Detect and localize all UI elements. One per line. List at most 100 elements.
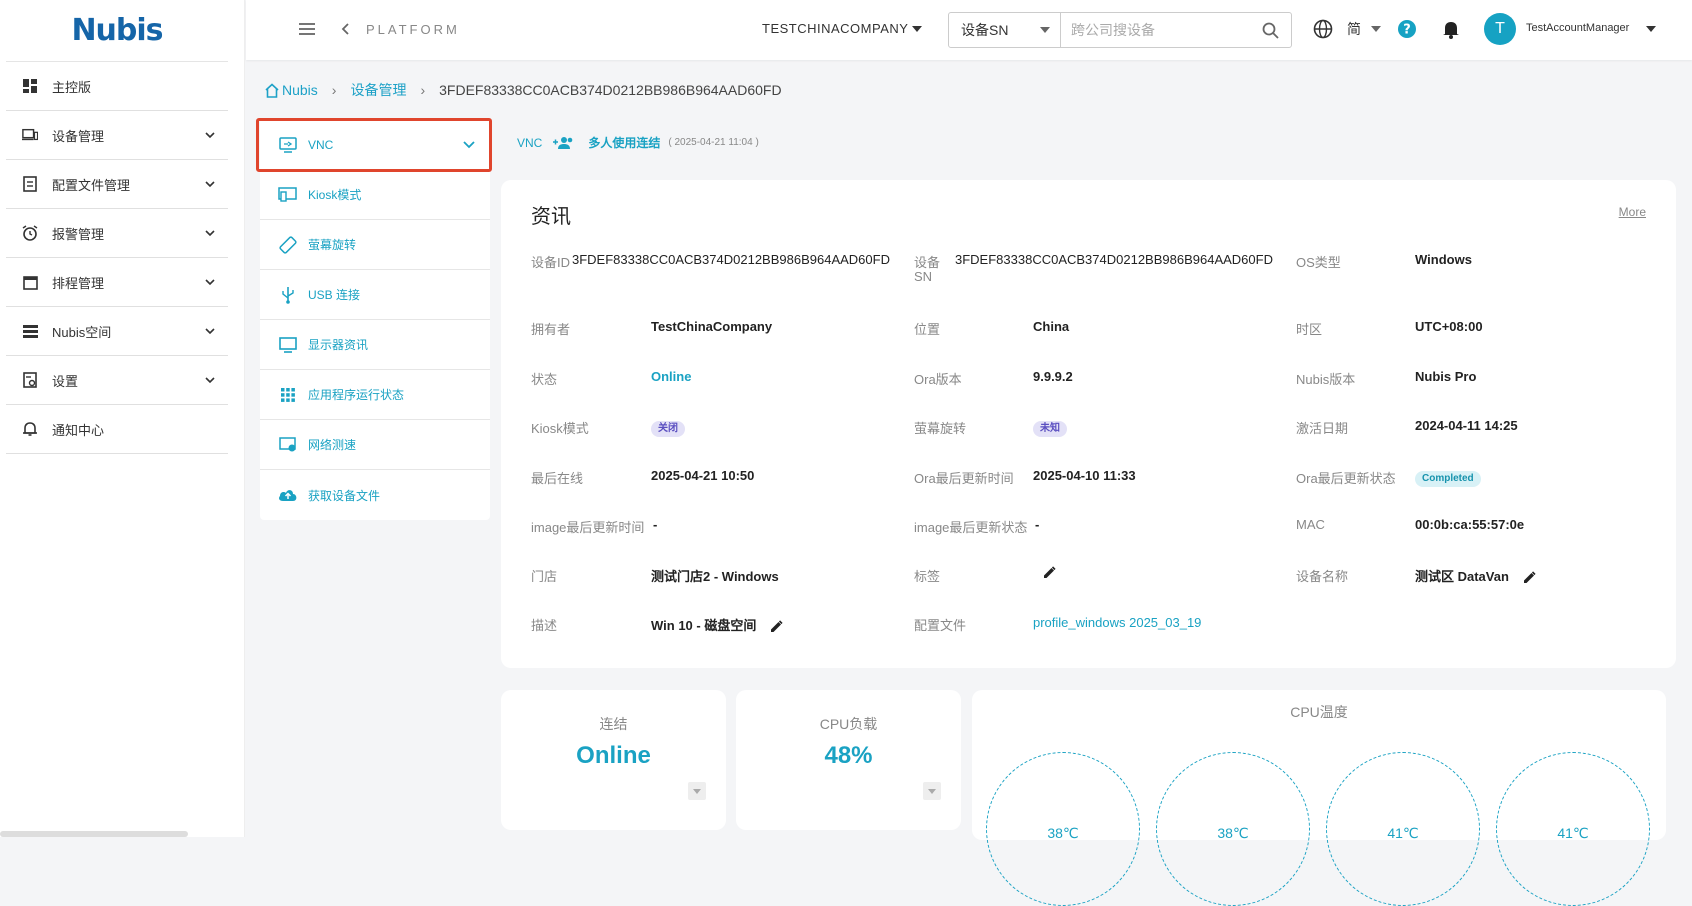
temp-gauge: 38℃ [1156,752,1310,906]
tab-kiosk[interactable]: Kiosk模式 [260,170,490,220]
sidebar-item-nubis-space[interactable]: Nubis空间 [6,307,228,356]
activation-value: 2024-04-11 14:25 [1415,418,1518,433]
tab-label: 网络测速 [308,438,357,452]
sidebar: Nubis 主控版 设备管理 配置文件管理 报警管理 排程管理 Nubis空间 … [0,0,245,837]
search-placeholder: 跨公司搜设备 [1071,22,1155,38]
search-type-select[interactable]: 设备SN [949,13,1061,47]
rotation-label: 萤幕旋转 [914,421,967,436]
connection-value: Online [576,742,651,769]
search-icon[interactable] [1262,22,1279,39]
breadcrumb-home[interactable]: Nubis [282,82,318,98]
expand-button[interactable] [688,782,706,800]
username[interactable]: TestAccountManager [1526,22,1629,34]
device-id-label: 设备ID [531,255,571,270]
sidebar-item-label: 配置文件管理 [52,177,131,193]
storage-icon [22,323,38,339]
network-speed-icon [278,436,298,454]
nubis-logo[interactable]: Nubis [6,0,228,62]
edit-pencil-icon[interactable] [1043,566,1056,579]
edit-pencil-icon[interactable] [1523,571,1536,584]
status-value: Online [651,369,692,384]
location-label: 位置 [914,322,941,337]
cpu-load-value: 48% [824,742,873,769]
bell-icon[interactable] [1442,19,1460,39]
profile-link[interactable]: profile_windows 2025_03_19 [1033,615,1201,630]
svg-text:?: ? [1403,23,1411,38]
profile-label: 配置文件 [914,618,967,633]
screen-rotation-icon [278,235,298,254]
vnc-link[interactable]: VNC [517,136,542,150]
ora-updated-label: Ora最后更新时间 [914,471,1014,486]
expand-button[interactable] [923,782,941,800]
tab-vnc[interactable]: VNC [256,118,492,172]
more-link[interactable]: More [1619,205,1646,219]
tab-screen-rotation[interactable]: 萤幕旋转 [260,220,490,270]
group-users-icon[interactable] [552,136,574,150]
help-icon[interactable]: ? [1397,19,1417,39]
tab-monitor-info[interactable]: 显示器资讯 [260,320,490,370]
sidebar-item-config-files[interactable]: 配置文件管理 [6,160,228,209]
tab-label: 显示器资讯 [308,338,369,352]
sidebar-item-label: 设置 [52,373,79,389]
language-selector[interactable]: 简 [1313,19,1381,39]
timezone-label: 时区 [1296,322,1323,337]
chevron-down-icon [205,132,215,139]
avatar[interactable]: T [1484,13,1516,45]
cpu-load-label: CPU负载 [819,716,878,732]
device-sn-value: 3FDEF83338CC0ACB374D0212BB986B964AAD60FD [955,252,1273,267]
device-sn-label-line2: SN [914,269,933,284]
edit-pencil-icon[interactable] [770,620,783,633]
sidebar-item-settings[interactable]: 设置 [6,356,228,405]
kiosk-icon [278,186,298,204]
platform-label: PLATFORM [366,22,460,37]
rotation-status-badge: 未知 [1033,419,1067,437]
horizontal-scrollbar[interactable] [0,831,188,837]
last-online-label: 最后在线 [531,471,584,486]
ora-update-status-text: Completed [1415,471,1481,487]
tags-edit [1043,566,1056,582]
caret-down-icon[interactable] [1646,26,1656,32]
company-selector[interactable]: TESTCHINACOMPANY [762,21,908,36]
cpu-temperature-card: CPU温度 38℃ 38℃ 41℃ 41℃ [972,690,1666,906]
chevron-down-icon [693,788,701,794]
cloud-upload-icon [278,486,298,504]
nubis-version-value: Nubis Pro [1415,369,1477,384]
search-type-value: 设备SN [961,22,1009,38]
store-value: 测试门店2 - Windows [651,569,779,584]
sidebar-item-notifications[interactable]: 通知中心 [6,405,228,454]
usb-icon [278,286,298,304]
ora-version-label: Ora版本 [914,372,962,387]
device-info-card: 资讯 More 设备ID 3FDEF83338CC0ACB374D0212BB9… [501,180,1676,668]
caret-down-icon[interactable] [912,26,922,32]
menu-icon[interactable] [298,22,316,36]
temp-gauge-value: 38℃ [1217,825,1249,841]
globe-icon [1313,19,1333,39]
os-type-label: OS类型 [1296,255,1341,270]
breadcrumb-devices[interactable]: 设备管理 [350,80,406,100]
tags-label: 标签 [914,569,941,584]
tab-label: VNC [308,138,334,152]
back-chevron-icon[interactable] [341,22,351,36]
multi-user-connect-link[interactable]: 多人使用连结 [588,134,660,151]
os-type-value: Windows [1415,252,1472,267]
tab-label: 获取设备文件 [308,488,381,503]
owner-value: TestChinaCompany [651,319,773,334]
activation-label: 激活日期 [1296,421,1349,436]
info-title: 资讯 [531,206,571,228]
sidebar-item-alarms[interactable]: 报警管理 [6,209,228,258]
settings-icon [22,372,38,388]
alarm-icon [22,225,38,241]
apps-grid-icon [278,386,298,404]
sidebar-item-schedule[interactable]: 排程管理 [6,258,228,307]
tab-usb[interactable]: USB 连接 [260,270,490,320]
tab-network-speed[interactable]: 网络测速 [260,420,490,470]
tab-app-status[interactable]: 应用程序运行状态 [260,370,490,420]
sidebar-item-dashboard[interactable]: 主控版 [6,62,228,111]
sidebar-item-devices[interactable]: 设备管理 [6,111,228,160]
home-icon[interactable] [264,82,280,98]
tab-get-device-files[interactable]: 获取设备文件 [260,470,490,520]
cpu-load-card: CPU负载 48% [736,690,961,830]
logo-text: Nubis [71,13,163,48]
location-value: China [1033,319,1070,334]
search-input[interactable]: 跨公司搜设备 [1061,13,1291,47]
